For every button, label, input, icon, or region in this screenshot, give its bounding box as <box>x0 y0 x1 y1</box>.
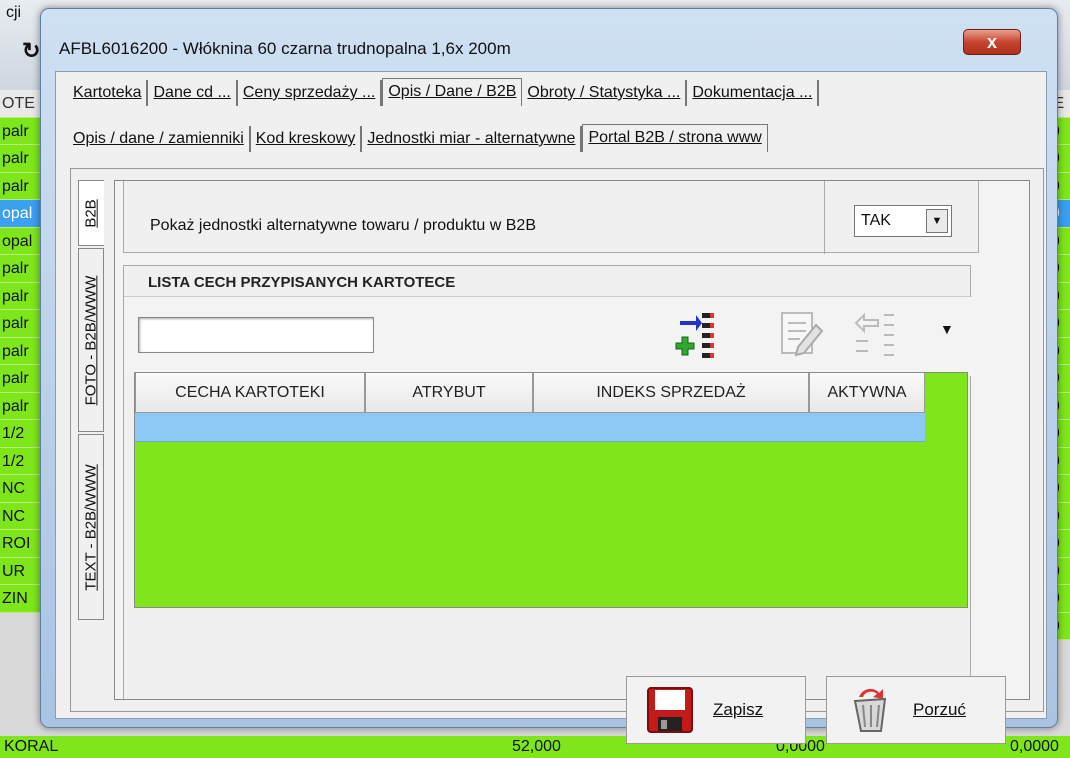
column-header-indeks[interactable]: INDEKS SPRZEDAŻ <box>533 373 809 413</box>
refresh-icon[interactable]: ↻ <box>22 38 40 64</box>
cancel-button-label: Porzuć <box>913 700 966 719</box>
tab-main-5[interactable]: Dokumentacja ... <box>687 80 820 106</box>
remove-feature-icon[interactable] <box>850 307 902 359</box>
filter-input[interactable] <box>138 317 374 353</box>
add-feature-icon[interactable] <box>672 307 724 359</box>
option-divider <box>824 181 825 254</box>
list-toolbar: ▼ <box>124 296 972 376</box>
dialog-window: AFBL6016200 - Włóknina 60 czarna trudnop… <box>40 8 1058 744</box>
floppy-disk-icon <box>647 687 693 733</box>
trash-bin-icon <box>853 688 887 732</box>
save-button-label: Zapisz <box>713 700 764 719</box>
toolbar-menu-arrow-icon[interactable]: ▼ <box>940 321 954 337</box>
main-tabs: Kartoteka Dane cd ... Ceny sprzedaży ... Op… <box>68 78 820 106</box>
tab-main-3[interactable]: Opis / Dane / B2B <box>382 78 523 106</box>
tab-main-0[interactable]: Kartoteka <box>68 80 149 106</box>
bottom-row-value-1: 52,000 <box>512 738 561 755</box>
bottom-row-value-3: 0,0000 <box>1010 738 1059 755</box>
side-tabs: B2B FOTO - B2B/WWW TEXT - B2B/WWW <box>78 180 114 680</box>
tab-main-4[interactable]: Obroty / Statystyka ... <box>522 80 688 106</box>
close-button[interactable]: x <box>963 29 1021 55</box>
b2b-content: Pokaż jednostki alternatywne towaru / pr… <box>114 180 1030 700</box>
features-list-box: LISTA CECH PRZYPISANYCH KARTOTECE ▼ CECH… <box>123 265 972 699</box>
tab-sub-0[interactable]: Opis / dane / zamienniki <box>68 126 251 152</box>
bottom-row-name: KORAL <box>4 738 59 755</box>
sub-tabs: Opis / dane / zamienniki Kod kreskowy Jedn… <box>68 124 768 152</box>
option-select-value: TAK <box>861 212 891 229</box>
edit-feature-icon[interactable] <box>774 307 826 359</box>
side-tab-b2b[interactable]: B2B <box>78 180 104 246</box>
table-row[interactable] <box>135 413 925 442</box>
tab-sub-3[interactable]: Portal B2B / strona www <box>582 124 768 152</box>
chevron-down-icon[interactable]: ▼ <box>926 209 948 233</box>
option-label: Pokaż jednostki alternatywne towaru / pr… <box>150 217 536 234</box>
tab-main-2[interactable]: Ceny sprzedaży ... <box>238 80 383 106</box>
features-grid: CECHA KARTOTEKI ATRYBUT INDEKS SPRZEDAŻ … <box>134 372 968 608</box>
side-tab-text[interactable]: TEXT - B2B/WWW <box>78 434 104 620</box>
column-header-atrybut[interactable]: ATRYBUT <box>365 373 533 413</box>
side-tab-foto[interactable]: FOTO - B2B/WWW <box>78 248 104 432</box>
tab-sub-1[interactable]: Kod kreskowy <box>251 126 363 152</box>
cancel-button[interactable]: Porzuć <box>826 676 1006 744</box>
column-header-aktywna[interactable]: AKTYWNA <box>809 373 925 413</box>
option-box: Pokaż jednostki alternatywne towaru / pr… <box>123 181 979 254</box>
save-button[interactable]: Zapisz <box>626 676 806 744</box>
column-header-cecha[interactable]: CECHA KARTOTEKI <box>135 373 365 413</box>
list-title: LISTA CECH PRZYPISANYCH KARTOTECE <box>148 274 456 291</box>
dialog-client: Kartoteka Dane cd ... Ceny sprzedaży ... Op… <box>55 71 1047 744</box>
option-select[interactable]: TAK ▼ <box>854 205 952 237</box>
background-label: cji <box>6 4 22 21</box>
bottom-bar: Zapisz Porzuć <box>56 676 1046 744</box>
tab-main-1[interactable]: Dane cd ... <box>148 80 238 106</box>
tab-sub-2[interactable]: Jednostki miar - alternatywne <box>362 126 583 152</box>
window-title: AFBL6016200 - Włóknina 60 czarna trudnop… <box>59 39 511 58</box>
grid-header: CECHA KARTOTEKI ATRYBUT INDEKS SPRZEDAŻ … <box>135 373 925 413</box>
